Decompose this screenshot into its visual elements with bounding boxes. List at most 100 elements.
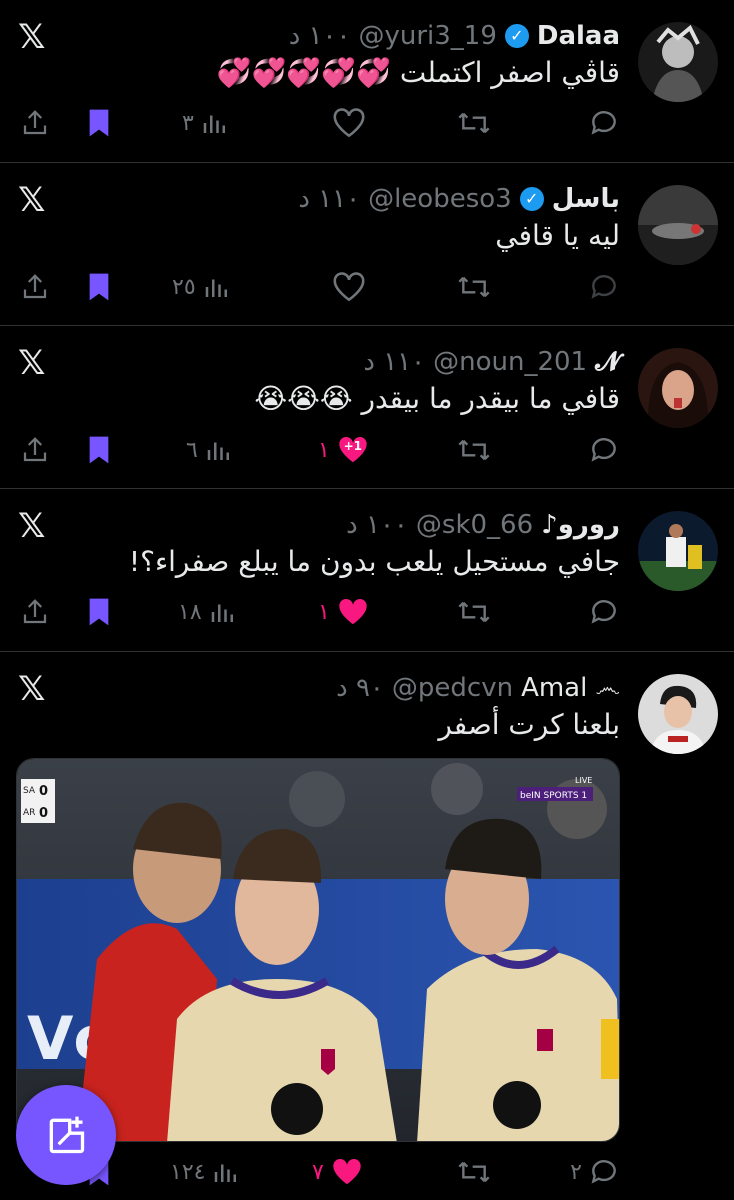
user-handle[interactable]: @sk0_66 [416, 509, 533, 541]
live-label: LIVE [575, 776, 592, 785]
views-icon [207, 442, 229, 460]
timestamp[interactable]: ١٠٠ د [289, 20, 351, 52]
reply-button[interactable] [582, 267, 620, 307]
views-count: ٣ [182, 110, 194, 136]
reply-icon [591, 275, 616, 299]
avatar[interactable] [638, 22, 718, 102]
like-count: ١ [318, 437, 330, 463]
x-logo-icon[interactable]: 𝕏 [18, 509, 45, 543]
retweet-button[interactable] [456, 592, 492, 632]
timestamp[interactable]: ١١٠ د [363, 346, 425, 378]
display-name[interactable]: 𝓝 [595, 346, 620, 378]
bookmark-icon [89, 598, 109, 626]
reply-button[interactable] [582, 430, 620, 470]
share-icon [23, 274, 47, 299]
reply-count: ٢ [570, 1159, 582, 1185]
display-name[interactable]: باسل [552, 183, 620, 215]
views-button[interactable]: ٣ [182, 103, 230, 143]
like-button[interactable]: ٧ [312, 1152, 364, 1192]
user-handle[interactable]: @pedcvn [392, 672, 513, 704]
tweet-actions: ١ +1 ٦ [0, 430, 734, 470]
heart-icon [333, 1159, 361, 1185]
like-button[interactable] [332, 103, 372, 143]
retweet-button[interactable] [456, 267, 492, 307]
avatar[interactable] [638, 674, 718, 754]
timestamp[interactable]: ١٠٠ د [346, 509, 408, 541]
bookmark-icon [89, 109, 109, 137]
x-logo-icon[interactable]: 𝕏 [18, 346, 45, 380]
tweet[interactable]: 𝕏 باسل ✓ @leobeso3 ١١٠ د ليه يا قافي ٢٥ [0, 163, 734, 326]
tweet-header: Dalaa ✓ @yuri3_19 ١٠٠ د [289, 20, 620, 52]
like-button[interactable]: ١ +1 [318, 430, 370, 470]
x-logo-icon[interactable]: 𝕏 [18, 20, 45, 54]
like-button[interactable] [332, 267, 372, 307]
display-name[interactable]: Amal [521, 672, 587, 704]
avatar[interactable] [638, 348, 718, 428]
tweet-header: رورو♪ @sk0_66 ١٠٠ د [346, 509, 620, 541]
views-count: ٦ [186, 437, 198, 463]
user-handle[interactable]: @noun_201 [433, 346, 587, 378]
tweet[interactable]: 𝕏 Dalaa ✓ @yuri3_19 ١٠٠ د قاڤي اصفر اكتم… [0, 0, 734, 163]
retweet-button[interactable] [456, 430, 492, 470]
retweet-button[interactable] [456, 103, 492, 143]
share-button[interactable] [20, 103, 50, 143]
views-icon [203, 115, 225, 133]
user-handle[interactable]: @yuri3_19 [358, 20, 496, 52]
bookmark-icon [89, 436, 109, 464]
bookmark-button[interactable] [84, 592, 114, 632]
display-name[interactable]: رورو♪ [541, 509, 620, 541]
retweet-icon [458, 601, 490, 623]
display-name[interactable]: Dalaa [537, 20, 620, 52]
tweet[interactable]: 𝕏 𝓝 @noun_201 ١١٠ د قافي ما بيقدر ما بيق… [0, 326, 734, 489]
retweet-button[interactable] [456, 1152, 492, 1192]
reply-icon [591, 600, 616, 624]
heart-icon [333, 108, 365, 138]
reply-button[interactable] [582, 103, 620, 143]
views-button[interactable]: ١٢٤ [170, 1152, 241, 1192]
like-button[interactable]: ١ [318, 592, 370, 632]
retweet-icon [458, 276, 490, 298]
share-button[interactable] [20, 430, 50, 470]
avatar[interactable] [638, 185, 718, 265]
share-button[interactable] [20, 592, 50, 632]
bookmark-button[interactable] [84, 430, 114, 470]
timestamp[interactable]: ١١٠ د [298, 183, 360, 215]
views-button[interactable]: ٢٥ [172, 267, 232, 307]
tweet-media-image[interactable]: Vc SA 0 AR 0 LIVE beIN SPORTS 1 [16, 758, 620, 1142]
reply-button[interactable] [582, 592, 620, 632]
scoreboard-score-b: 0 [39, 806, 48, 821]
share-icon [23, 437, 47, 462]
scoreboard-score-a: 0 [39, 784, 48, 799]
share-icon [23, 110, 47, 135]
scoreboard-team-a: SA [23, 786, 36, 796]
views-icon [205, 279, 227, 297]
broadcaster-logo: beIN SPORTS 1 [520, 791, 587, 801]
compose-button[interactable] [16, 1085, 116, 1185]
avatar[interactable] [638, 511, 718, 591]
tweet-actions: ١ ١٨ [0, 592, 734, 632]
views-count: ٢٥ [172, 274, 196, 300]
x-logo-icon[interactable]: 𝕏 [18, 672, 45, 706]
like-count: ٧ [312, 1159, 324, 1185]
x-logo-icon[interactable]: 𝕏 [18, 183, 45, 217]
compose-icon [49, 1116, 85, 1154]
heart-icon [333, 272, 365, 302]
user-handle[interactable]: @leobeso3 [368, 183, 512, 215]
like-count: ١ [318, 599, 330, 625]
views-button[interactable]: ١٨ [178, 592, 238, 632]
views-icon [211, 604, 233, 622]
tweet-header: باسل ✓ @leobeso3 ١١٠ د [298, 183, 620, 215]
timestamp[interactable]: ٩٠ د [336, 672, 384, 704]
views-button[interactable]: ٦ [186, 430, 234, 470]
reply-icon [591, 438, 616, 462]
reply-button[interactable]: ٢ [570, 1152, 620, 1192]
timeline-feed: 𝕏 Dalaa ✓ @yuri3_19 ١٠٠ د قاڤي اصفر اكتم… [0, 0, 734, 1200]
tweet-actions: ٢٥ [0, 267, 734, 307]
verified-badge-icon: ✓ [504, 24, 529, 48]
views-count: ١٨ [178, 599, 202, 625]
bookmark-button[interactable] [84, 267, 114, 307]
tweet-actions: ٣ [0, 103, 734, 143]
share-button[interactable] [20, 267, 50, 307]
bookmark-button[interactable] [84, 103, 114, 143]
tweet[interactable]: 𝕏 رورو♪ @sk0_66 ١٠٠ د جافي مستحيل يلعب ب… [0, 489, 734, 652]
